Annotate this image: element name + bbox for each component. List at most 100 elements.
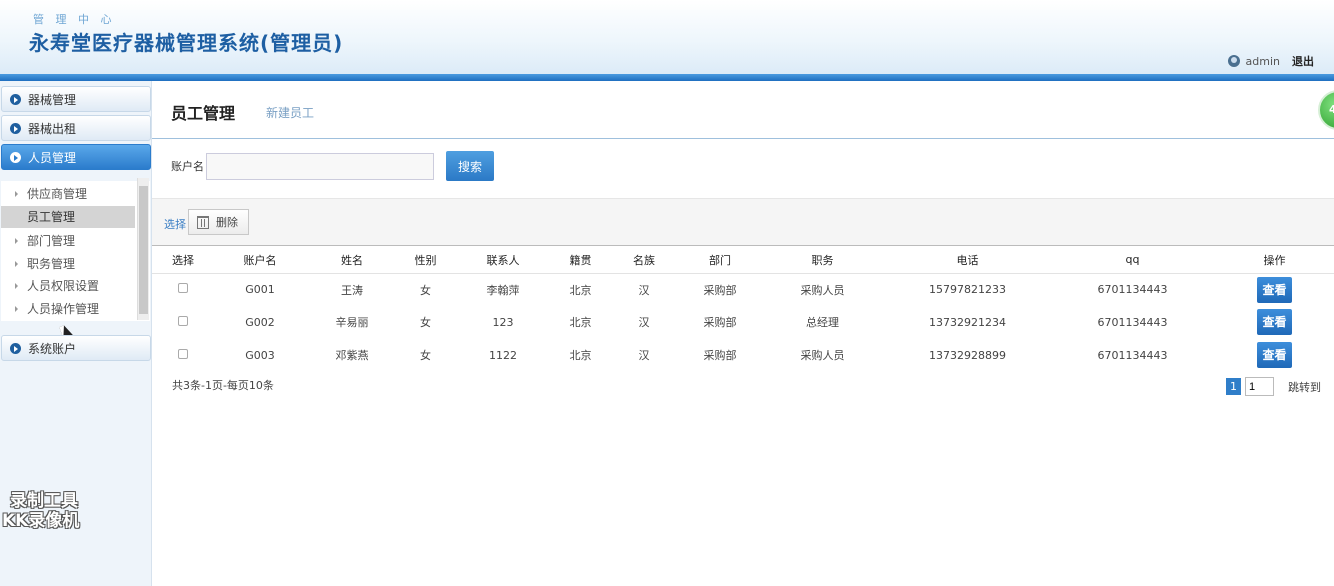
cell-dept: 采购部	[703, 316, 737, 329]
user-box: admin 退出	[1227, 53, 1314, 69]
watermark-line: KK录像机	[2, 511, 80, 531]
column-header: 联系人	[453, 245, 553, 274]
watermark-line: 录制工具	[10, 491, 78, 511]
search-button[interactable]: 搜索	[446, 151, 494, 181]
cell-qq: 6701134443	[1097, 348, 1168, 362]
cell-ethnic: 汉	[638, 283, 650, 297]
row-checkbox[interactable]	[178, 348, 188, 359]
cell-name: 邓紫燕	[335, 349, 369, 362]
page-current[interactable]: 1	[1226, 378, 1241, 395]
scrollbar-thumb[interactable]	[139, 186, 148, 314]
cell-position: 采购人员	[800, 283, 845, 297]
cell-name: 辛易丽	[335, 316, 369, 329]
page-jump-link[interactable]: 跳转到	[1288, 379, 1321, 395]
bullet-arrow-icon	[15, 238, 18, 244]
sidebar-item-label: 供应商管理	[27, 187, 88, 201]
row-checkbox[interactable]	[178, 283, 188, 294]
column-header: 名族	[608, 245, 680, 274]
notification-badge[interactable]: 46	[1318, 90, 1334, 130]
tab-employee-management[interactable]: 员工管理	[171, 100, 235, 124]
select-link[interactable]: 选择	[164, 216, 186, 232]
table-header-row: 选择 账户名 姓名 性别 联系人 籍贯 名族 部门 职务 电话 qq 操作	[152, 245, 1334, 274]
view-button[interactable]: 查看	[1257, 342, 1292, 368]
sidebar-item-label: 部门管理	[27, 234, 76, 248]
page-tabs: 员工管理 新建员工 46	[152, 81, 1334, 139]
sidebar-group-label: 人员管理	[28, 150, 77, 165]
account-search-input[interactable]	[206, 152, 434, 180]
column-header: 姓名	[306, 245, 398, 274]
arrow-circle-icon	[10, 342, 21, 354]
employee-table: 选择 账户名 姓名 性别 联系人 籍贯 名族 部门 职务 电话 qq 操作 G0…	[152, 245, 1334, 372]
sidebar-group-rental[interactable]: 器械出租	[1, 115, 151, 141]
cell-account: G003	[245, 348, 275, 362]
cell-name: 王涛	[341, 283, 363, 297]
cell-ethnic: 汉	[638, 349, 650, 362]
pager-summary: 共3条-1页-每页10条	[172, 379, 274, 392]
search-bar: 账户名 搜索	[171, 151, 494, 181]
cell-phone: 13732921234	[929, 315, 1006, 329]
sidebar-group-equipment[interactable]: 器械管理	[1, 86, 151, 112]
cell-origin: 北京	[569, 316, 592, 329]
cell-position: 总经理	[806, 316, 839, 329]
user-icon	[1227, 55, 1240, 67]
header-subtitle: 管 理 中 心	[33, 13, 116, 26]
view-button[interactable]: 查看	[1257, 276, 1292, 303]
column-header: 职务	[760, 245, 885, 274]
recorder-watermark: 录制工具 KK录像机	[2, 491, 79, 531]
bullet-arrow-icon	[15, 191, 18, 197]
cell-contact: 李翰萍	[486, 283, 520, 297]
column-header: 部门	[680, 245, 760, 274]
tab-new-employee[interactable]: 新建员工	[266, 104, 314, 121]
column-header: 性别	[398, 245, 453, 274]
cell-gender: 女	[420, 283, 431, 297]
sidebar-group-label: 器械出租	[28, 121, 77, 136]
sidebar-item-label: 人员操作管理	[27, 302, 100, 316]
sidebar-item-suppliers[interactable]: 供应商管理	[1, 183, 135, 205]
cell-qq: 6701134443	[1097, 283, 1168, 297]
submenu-scrollbar[interactable]	[137, 178, 149, 320]
sidebar-item-departments[interactable]: 部门管理	[1, 230, 135, 252]
app-title: 永寿堂医疗器械管理系统(管理员)	[29, 31, 344, 55]
column-header: 籍贯	[553, 245, 608, 274]
view-button[interactable]: 查看	[1257, 309, 1292, 335]
column-header: 账户名	[214, 245, 306, 274]
cell-gender: 女	[420, 349, 431, 362]
row-checkbox[interactable]	[178, 315, 188, 326]
sidebar-item-permissions[interactable]: 人员权限设置	[1, 275, 135, 297]
account-label: 账户名	[171, 160, 204, 173]
sidebar-item-label: 人员权限设置	[27, 279, 100, 293]
cell-origin: 北京	[569, 349, 592, 362]
cell-account: G002	[245, 315, 275, 329]
column-header: 电话	[885, 245, 1050, 274]
bullet-arrow-icon	[15, 283, 18, 289]
logout-link[interactable]: 退出	[1292, 53, 1314, 69]
arrow-circle-icon	[10, 151, 21, 163]
sidebar-item-label: 员工管理	[27, 210, 76, 224]
table-row: G002 辛易丽 女 123 北京 汉 采购部 总经理 13732921234 …	[152, 306, 1334, 339]
sidebar-group-accounts[interactable]: 系统账户	[1, 335, 151, 361]
arrow-circle-icon	[10, 122, 21, 134]
cell-dept: 采购部	[703, 283, 737, 297]
sidebar-item-positions[interactable]: 职务管理	[1, 253, 135, 275]
cell-position: 采购人员	[800, 349, 845, 362]
cell-phone: 13732928899	[929, 348, 1006, 362]
cell-ethnic: 汉	[638, 316, 650, 329]
username: admin	[1245, 54, 1280, 68]
pager: 1 跳转到	[1226, 377, 1321, 396]
cell-origin: 北京	[569, 283, 592, 297]
sidebar-group-label: 器械管理	[28, 92, 77, 107]
sidebar-group-personnel[interactable]: 人员管理	[1, 144, 151, 170]
personnel-submenu: 供应商管理 员工管理 部门管理 职务管理 人员权限设置 人员操作管理	[1, 181, 150, 321]
bullet-arrow-icon	[15, 261, 18, 267]
cell-phone: 15797821233	[929, 283, 1006, 297]
arrow-circle-icon	[10, 93, 21, 105]
sidebar-item-operations[interactable]: 人员操作管理	[1, 298, 135, 320]
delete-label: 删除	[216, 216, 238, 229]
sidebar-group-label: 系统账户	[28, 341, 77, 356]
sidebar-item-employees[interactable]: 员工管理	[1, 206, 135, 228]
table-toolbar: 选择 删除	[152, 198, 1334, 245]
cell-contact: 123	[492, 315, 514, 329]
page-jump-input[interactable]	[1245, 377, 1274, 396]
column-header: 选择	[152, 245, 214, 274]
delete-button[interactable]: 删除	[188, 209, 249, 235]
